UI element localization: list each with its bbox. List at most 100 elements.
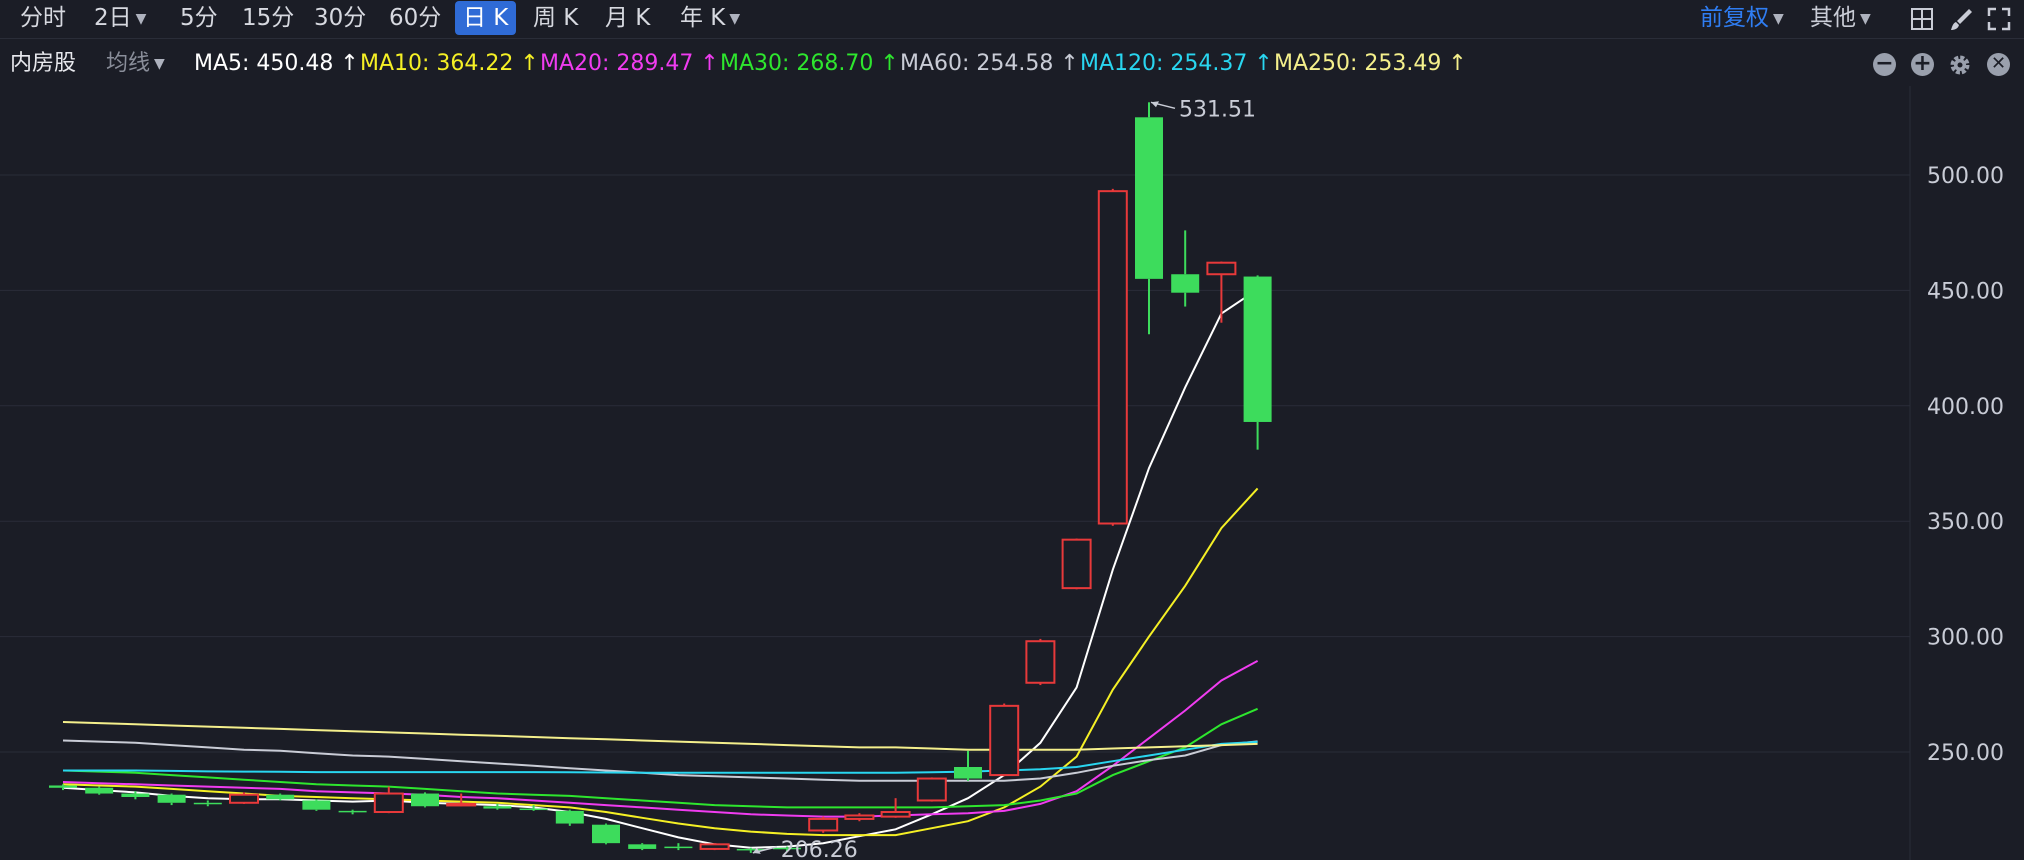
min-price-label: 206.26: [781, 838, 858, 860]
tab-yearly-k[interactable]: 年 K ▼: [672, 1, 748, 35]
candle-body: [519, 808, 548, 811]
candle-body: [1061, 538, 1092, 590]
candle-body: [266, 794, 295, 800]
candle-up: [229, 792, 259, 804]
candle-body: [1135, 117, 1163, 279]
y-tick-label: 450.00: [1927, 279, 2004, 304]
candle-body: [302, 800, 331, 810]
grid-lines: [0, 86, 1911, 860]
candle-body: [49, 785, 77, 788]
candle-body: [808, 817, 839, 832]
candle-body: [989, 704, 1020, 777]
ma-type-select[interactable]: 均线 ▼: [106, 44, 165, 84]
tab-15min[interactable]: 15分: [234, 1, 302, 35]
ma-line-ma60: [62, 739, 1258, 782]
ma-type-label: 均线: [106, 51, 151, 76]
ma60-value: MA60: 254.58 ↑: [900, 51, 1079, 76]
candle-down: [85, 786, 114, 795]
max-price-label: 531.51: [1179, 97, 1256, 122]
ma-line-ma120: [63, 740, 1258, 774]
ma20-value: MA20: 289.47 ↑: [540, 51, 719, 76]
candle-body: [916, 777, 947, 802]
candle-up: [989, 703, 1020, 777]
ma120-value: MA120: 254.37 ↑: [1080, 51, 1273, 76]
candle-body: [1025, 640, 1056, 684]
adjust-select[interactable]: 前复权 ▼: [1700, 1, 1784, 35]
ma-legend-bar: 内房股 均线 ▼ MA5: 450.48 ↑ MA10: 364.22 ↑ MA2…: [0, 44, 2024, 84]
candle-up: [808, 816, 839, 833]
chevron-down-icon: ▼: [729, 11, 741, 27]
candle-down: [1135, 102, 1163, 335]
candle-body: [229, 793, 259, 804]
brush-icon[interactable]: [1948, 6, 1974, 32]
candle-body: [699, 843, 730, 850]
ma30-value: MA30: 268.70 ↑: [720, 51, 899, 76]
candle-body: [338, 810, 367, 813]
tab-daily-k[interactable]: 日 K: [455, 1, 517, 35]
tab-2day[interactable]: 2日 ▼: [86, 1, 154, 35]
y-tick-label: 350.00: [1927, 510, 2004, 535]
candle-down: [411, 792, 439, 808]
candle-down: [157, 793, 186, 806]
candle-down: [664, 843, 693, 851]
candle-up: [1097, 188, 1128, 526]
candle-body: [1097, 190, 1128, 525]
ma-line-ma250: [62, 721, 1258, 751]
chevron-down-icon: ▼: [1860, 11, 1871, 27]
tab-5min[interactable]: 5分: [172, 1, 226, 35]
candle-body: [844, 814, 875, 820]
gear-icon[interactable]: [1947, 52, 1973, 78]
candle-down: [338, 809, 367, 815]
candle-body: [664, 846, 693, 849]
candle-body: [592, 824, 620, 844]
zoom-out-icon[interactable]: −: [1873, 53, 1896, 76]
candle-down: [1243, 275, 1272, 450]
y-tick-label: 250.00: [1927, 741, 2004, 766]
tab-fenshi[interactable]: 分时: [12, 1, 74, 35]
candle-body: [85, 787, 114, 794]
tab-30min[interactable]: 30分: [306, 1, 374, 35]
adjust-label: 前复权: [1700, 5, 1769, 31]
candle-body: [880, 811, 911, 818]
candle-body: [411, 793, 439, 807]
candle-up: [844, 813, 875, 822]
fullscreen-icon[interactable]: [1986, 6, 2012, 32]
grid-layout-icon[interactable]: [1909, 6, 1935, 32]
candle-down: [628, 843, 657, 851]
candle-up: [373, 786, 404, 814]
candle-body: [373, 792, 404, 814]
candle-body: [121, 793, 150, 798]
other-select[interactable]: 其他 ▼: [1810, 1, 1871, 35]
candle-body: [628, 844, 657, 849]
tab-yearly-k-label: 年 K: [680, 5, 726, 31]
zoom-in-icon[interactable]: +: [1911, 53, 1934, 76]
y-tick-label: 500.00: [1927, 164, 2004, 189]
candle-down: [1171, 230, 1200, 307]
close-icon[interactable]: ✕: [1987, 53, 2010, 76]
candle-down: [555, 809, 584, 826]
candle-up: [699, 843, 730, 851]
candle-body: [555, 810, 584, 824]
ma250-value: MA250: 253.49 ↑: [1274, 51, 1467, 76]
tab-60min[interactable]: 60分: [381, 1, 449, 35]
chevron-down-icon: ▼: [1773, 11, 1784, 27]
kline-chart[interactable]: 500.00 450.00 400.00 350.00 300.00 250.00 531…: [0, 86, 2024, 860]
candle-down: [193, 800, 222, 807]
candle-up: [1025, 638, 1056, 686]
ma10-value: MA10: 364.22 ↑: [360, 51, 539, 76]
candle-body: [483, 806, 512, 809]
candle-body: [1206, 261, 1237, 276]
chevron-down-icon: ▼: [135, 11, 147, 27]
candle-body: [954, 767, 982, 779]
tab-weekly-k[interactable]: 周 K: [525, 1, 586, 35]
candle-body: [1171, 274, 1200, 293]
tab-2day-label: 2日: [94, 5, 132, 31]
candle-up: [1061, 538, 1092, 590]
candle-body: [193, 802, 222, 805]
other-label: 其他: [1810, 5, 1856, 31]
candle-body: [157, 794, 186, 803]
candle-down: [302, 799, 331, 811]
y-tick-label: 300.00: [1927, 626, 2004, 651]
candle-body: [1243, 276, 1272, 422]
tab-monthly-k[interactable]: 月 K: [597, 1, 658, 35]
